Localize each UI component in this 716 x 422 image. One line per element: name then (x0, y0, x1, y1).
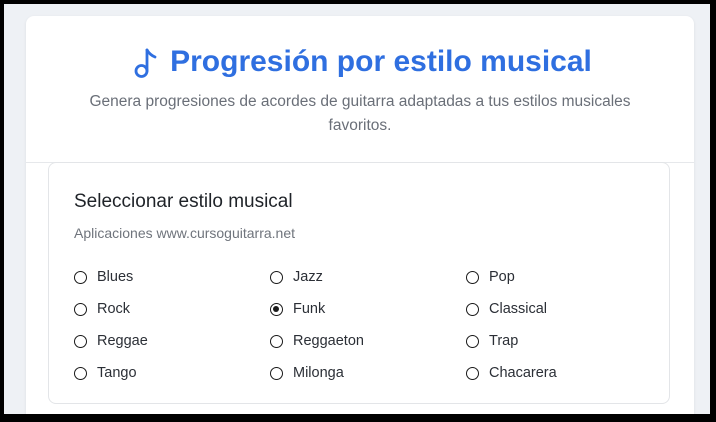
option-label: Rock (97, 301, 131, 317)
option-label: Chacarera (489, 365, 557, 381)
radio-button[interactable] (270, 270, 283, 284)
style-option-reggaeton[interactable]: Reggaeton (270, 325, 466, 357)
page-subtitle: Genera progresiones de acordes de guitar… (89, 93, 631, 134)
title-row: Progresión por estilo musical (26, 42, 694, 82)
style-option-tango[interactable]: Tango (74, 357, 270, 389)
radio-button[interactable] (466, 270, 479, 284)
page-header: Progresión por estilo musical Genera pro… (26, 16, 694, 163)
radio-button[interactable] (270, 366, 283, 380)
style-option-jazz[interactable]: Jazz (270, 261, 466, 293)
page-title: Progresión por estilo musical (170, 45, 592, 78)
radio-button[interactable] (466, 334, 479, 348)
radio-button[interactable] (466, 302, 479, 316)
style-selector-panel: Seleccionar estilo musical Aplicaciones … (48, 162, 670, 404)
option-label: Blues (97, 269, 134, 285)
option-label: Trap (489, 333, 519, 349)
style-option-funk[interactable]: Funk (270, 293, 466, 325)
option-label: Reggae (97, 333, 148, 349)
style-option-blues[interactable]: Blues (74, 261, 270, 293)
radio-button[interactable] (74, 270, 87, 284)
radio-button[interactable] (466, 366, 479, 380)
option-label: Pop (489, 269, 515, 285)
option-label: Funk (293, 301, 326, 317)
radio-button[interactable] (270, 302, 283, 316)
option-label: Classical (489, 301, 548, 317)
panel-subtitle: Aplicaciones www.cursoguitarra.net (74, 225, 295, 241)
option-label: Milonga (293, 365, 344, 381)
main-card: Progresión por estilo musical Genera pro… (26, 16, 694, 414)
style-option-trap[interactable]: Trap (466, 325, 662, 357)
panel-title: Seleccionar estilo musical (74, 191, 293, 212)
radio-button[interactable] (74, 334, 87, 348)
style-option-milonga[interactable]: Milonga (270, 357, 466, 389)
music-note-icon (134, 48, 157, 78)
style-option-classical[interactable]: Classical (466, 293, 662, 325)
option-label: Reggaeton (293, 333, 364, 349)
radio-button[interactable] (270, 334, 283, 348)
radio-button[interactable] (74, 302, 87, 316)
radio-button[interactable] (74, 366, 87, 380)
style-option-rock[interactable]: Rock (74, 293, 270, 325)
style-options: Blues Jazz Pop Rock Funk Classical Regga… (74, 261, 664, 389)
option-label: Tango (97, 365, 137, 381)
option-label: Jazz (293, 269, 323, 285)
style-option-chacarera[interactable]: Chacarera (466, 357, 662, 389)
style-option-pop[interactable]: Pop (466, 261, 662, 293)
app-frame: Progresión por estilo musical Genera pro… (4, 4, 710, 414)
style-option-reggae[interactable]: Reggae (74, 325, 270, 357)
